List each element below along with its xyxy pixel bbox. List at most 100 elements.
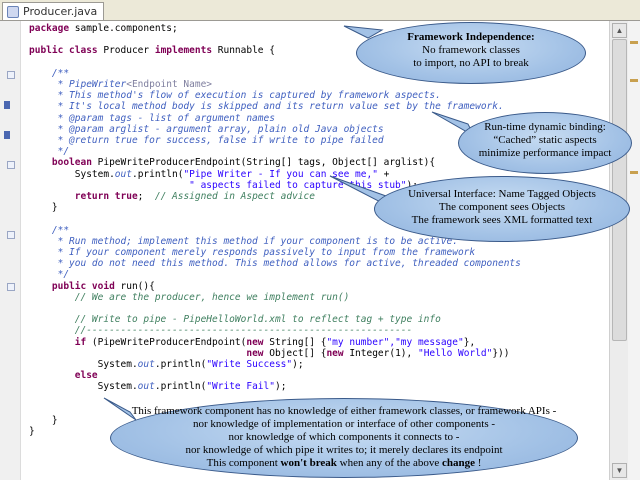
code-line[interactable]: else: [29, 371, 98, 381]
code-token: .println(: [154, 381, 207, 393]
code-token: ;: [137, 191, 155, 202]
code-line[interactable]: * @return true for success, false if wri…: [29, 136, 384, 146]
code-line[interactable]: package sample.components;: [29, 24, 178, 34]
code-line[interactable]: }: [29, 427, 35, 437]
callout-line: nor knowledge of which pipe it writes to…: [185, 444, 503, 456]
callout-line: Framework Independence:: [407, 31, 535, 43]
code-line[interactable]: * If your component merely responds pass…: [29, 247, 476, 258]
callout-emphasis: won't break: [280, 457, 337, 469]
code-token: run(){: [114, 280, 155, 292]
code-token: /**: [29, 224, 70, 236]
code-token: out: [137, 381, 155, 393]
code-token: }: [29, 426, 35, 438]
code-line[interactable]: */: [29, 147, 69, 157]
code-token: "Write Success": [206, 359, 293, 370]
code-line[interactable]: * PipeWriter<Endpoint Name>: [29, 80, 212, 90]
code-line[interactable]: /**: [29, 224, 70, 236]
code-line[interactable]: * It's local method body is skipped and …: [29, 102, 504, 112]
code-token: .println(: [131, 168, 184, 180]
code-token: );: [274, 381, 287, 393]
code-line[interactable]: }: [29, 416, 58, 426]
overview-marker[interactable]: [630, 41, 638, 44]
code-line[interactable]: * Run method; implement this method if y…: [29, 235, 458, 247]
code-token: if: [29, 336, 87, 348]
tab-producer-java[interactable]: Producer.java: [2, 2, 105, 20]
callout-line: This framework component has no knowledg…: [131, 405, 557, 417]
code-line[interactable]: /**: [29, 68, 69, 79]
code-line[interactable]: System.out.println("Pipe Writer - If you…: [29, 168, 390, 180]
fold-toggle-icon[interactable]: [7, 161, 15, 169]
code-line[interactable]: * @param tags - list of argument names: [29, 112, 275, 124]
vertical-scrollbar[interactable]: ▲ ▼: [609, 21, 628, 480]
code-token: Producer: [97, 45, 155, 57]
code-token: * PipeWriter: [29, 79, 127, 90]
scroll-down-icon[interactable]: ▼: [612, 463, 627, 478]
code-token: "Hello World": [417, 347, 493, 359]
bookmark-marker-icon[interactable]: [4, 131, 10, 139]
code-token: return true: [29, 191, 138, 202]
code-token: System.: [29, 168, 115, 180]
code-token: },: [463, 336, 476, 348]
overview-marker[interactable]: [630, 79, 638, 82]
code-token: PipeWriteProducerEndpoint(String[] tags,…: [91, 157, 436, 169]
code-line[interactable]: // We are the producer, hence we impleme…: [29, 292, 350, 303]
callout-emphasis: change: [441, 457, 475, 469]
scroll-up-icon[interactable]: ▲: [612, 23, 627, 38]
code-token: boolean: [29, 157, 92, 169]
code-line[interactable]: new Object[] {new Integer(1), "Hello Wor…: [29, 347, 510, 359]
ide-window: Producer.java package sample.components;…: [0, 0, 640, 480]
code-line[interactable]: * you do not need this method. This meth…: [29, 259, 521, 269]
code-line[interactable]: System.out.println("Write Fail");: [29, 381, 287, 393]
code-token: * If your component merely responds pass…: [29, 247, 476, 258]
callout-fragment: when any of the above: [336, 457, 442, 469]
callout-line: nor knowledge of which components it con…: [228, 431, 460, 443]
code-token: "Write Fail": [206, 381, 275, 393]
code-token: public void: [29, 280, 115, 292]
code-token: * @param tags - list of argument names: [29, 112, 275, 124]
code-line[interactable]: System.out.println("Write Success");: [29, 360, 304, 370]
code-token: * you do not need this method. This meth…: [29, 258, 521, 270]
callout-universal-interface: Universal Interface: Name Tagged Objects…: [374, 176, 630, 242]
code-token: }: [29, 415, 58, 426]
code-token: new: [326, 347, 344, 359]
code-line[interactable]: return true; // Assigned in Aspect advic…: [29, 192, 315, 202]
callout-no-knowledge: This framework component has no knowledg…: [110, 398, 578, 478]
fold-toggle-icon[interactable]: [7, 231, 15, 239]
code-token: })): [492, 347, 510, 359]
code-token: * This method's flow of execution is cap…: [29, 90, 441, 102]
code-token: * Run method; implement this method if y…: [29, 235, 458, 247]
callout-line: The framework sees XML formatted text: [411, 214, 593, 226]
code-line[interactable]: if (PipeWriteProducerEndpoint(new String…: [29, 336, 476, 348]
code-token: sample.components;: [69, 23, 178, 34]
code-token: System.: [29, 359, 138, 370]
code-token: new: [246, 336, 264, 348]
overview-marker[interactable]: [630, 171, 638, 174]
bookmark-marker-icon[interactable]: [4, 101, 10, 109]
code-token: "my number","my message": [326, 336, 464, 348]
code-token: * It's local method body is skipped and …: [29, 101, 504, 113]
code-token: }: [29, 202, 58, 214]
code-token: // Assigned in Aspect advice: [154, 191, 315, 202]
code-line[interactable]: public class Producer implements Runnabl…: [29, 46, 275, 56]
fold-toggle-icon[interactable]: [7, 283, 15, 291]
code-token: package: [29, 23, 70, 34]
code-line[interactable]: * This method's flow of execution is cap…: [29, 91, 441, 101]
fold-toggle-icon[interactable]: [7, 71, 15, 79]
code-line[interactable]: //--------------------------------------…: [29, 326, 412, 336]
code-token: else: [29, 370, 98, 382]
code-token: Object[] {: [263, 347, 327, 359]
code-token: System.: [29, 381, 138, 393]
code-token: public class: [29, 45, 98, 57]
callout-runtime-binding: Run-time dynamic binding: “Cached” stati…: [458, 112, 632, 174]
code-line[interactable]: " aspects failed to capture this stub");: [29, 180, 418, 191]
code-line[interactable]: // Write to pipe - PipeHelloWorld.xml to…: [29, 315, 441, 325]
code-line[interactable]: * @param arglist - argument array, plain…: [29, 124, 384, 135]
code-token: */: [29, 269, 70, 281]
code-line[interactable]: */: [29, 270, 69, 280]
callout-line: This component won't break when any of t…: [111, 457, 577, 470]
callout-line: minimize performance impact: [478, 147, 612, 159]
code-line[interactable]: }: [29, 203, 58, 213]
code-line[interactable]: public void run(){: [29, 280, 155, 292]
code-line[interactable]: boolean PipeWriteProducerEndpoint(String…: [29, 158, 435, 168]
